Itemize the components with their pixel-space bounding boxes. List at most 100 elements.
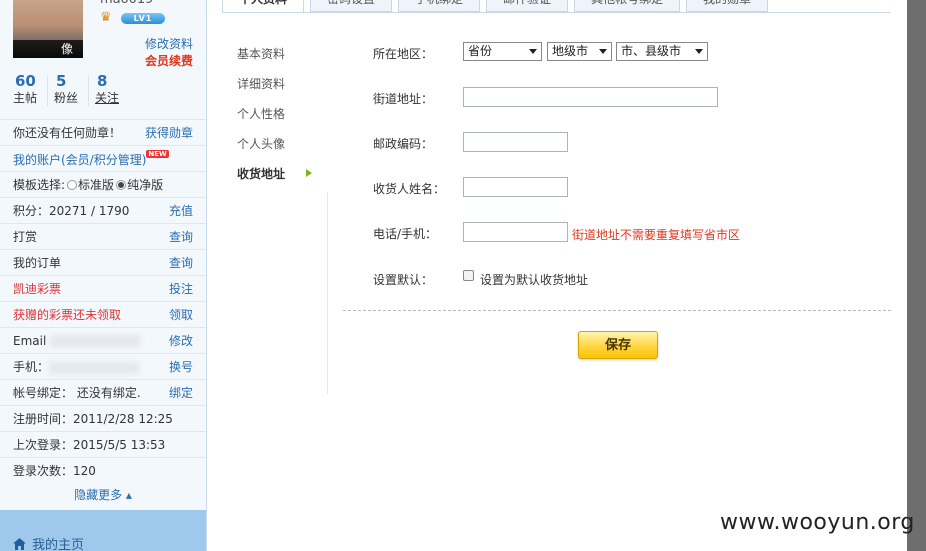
new-badge: NEW [146, 149, 169, 158]
default-label: 设置默认： [373, 273, 434, 287]
tab-my-medals[interactable]: 我的勋章 [686, 0, 769, 12]
account-info-list: 你还没有任何勋章！ 获得勋章 我的账户(会员/积分管理) NEW 模板选择: 标准版… [0, 119, 206, 483]
province-select[interactable]: 省份 [463, 42, 542, 61]
my-account-row: 我的账户(会员/积分管理) NEW [0, 145, 206, 171]
stat-follow[interactable]: 8 关注 [95, 72, 129, 106]
subnav-divider [327, 192, 328, 394]
email-row: Email 修改 [0, 327, 206, 353]
stat-fans[interactable]: 5 粉丝 [54, 72, 88, 106]
stat-posts-label: 主帖 [13, 91, 38, 105]
profile-subnav: 基本资料 详细资料 个人性格 个人头像 收货地址 [237, 46, 285, 196]
stat-posts-count: 60 [15, 72, 36, 90]
window-edge [907, 0, 926, 551]
recipient-name-label: 收货人姓名： [373, 182, 446, 196]
recipient-name-input[interactable] [463, 177, 568, 197]
tab-email-verify[interactable]: 邮件验证 [486, 0, 569, 12]
medal-row: 你还没有任何勋章！ 获得勋章 [0, 119, 206, 145]
tab-divider [222, 12, 890, 13]
province-select-value: 省份 [468, 44, 493, 58]
crown-icon: ♛ [100, 10, 112, 25]
tab-profile[interactable]: 个人资料 [222, 0, 305, 12]
recharge-link[interactable]: 充值 [169, 202, 193, 219]
divider [47, 76, 48, 106]
divider [88, 76, 89, 106]
my-homepage-link[interactable]: 我的主页 [13, 534, 84, 551]
phone-change-link[interactable]: 换号 [169, 358, 193, 375]
lottery-bet-link[interactable]: 投注 [169, 280, 193, 297]
stat-follow-label[interactable]: 关注 [95, 90, 129, 106]
zip-label: 邮政编码： [373, 137, 434, 151]
stat-follow-count: 8 [97, 72, 108, 90]
phone-label: 手机： [13, 360, 50, 374]
active-arrow-icon [306, 169, 312, 177]
member-renew-link[interactable]: 会员续费 [145, 52, 193, 69]
phone-input[interactable] [463, 222, 568, 242]
account-binding-text: 帐号绑定： 还没有绑定. [13, 386, 141, 400]
lottery-link[interactable]: 凯迪彩票 [13, 280, 61, 297]
street-address-input[interactable] [463, 87, 718, 107]
stat-fans-label: 粉丝 [54, 91, 79, 105]
tip-query-link[interactable]: 查询 [169, 228, 193, 245]
tab-phone-binding[interactable]: 手机绑定 [398, 0, 481, 12]
radio-clean[interactable] [116, 180, 127, 190]
medal-text: 你还没有任何勋章！ [13, 126, 122, 140]
radio-standard-label[interactable]: 标准版 [78, 178, 114, 192]
avatar-change-label[interactable]: 像 [13, 40, 83, 58]
form-divider [343, 310, 891, 311]
settings-tabs: 个人资料 密码设置 手机绑定 邮件验证 其他帐号绑定 我的勋章 [222, 0, 774, 12]
username: mao019 [100, 0, 153, 7]
radio-standard[interactable] [67, 180, 78, 190]
subnav-avatar[interactable]: 个人头像 [237, 136, 285, 166]
phone-value-redacted [49, 361, 140, 374]
city-select[interactable]: 地级市 [547, 42, 612, 61]
street-label: 街道地址： [373, 92, 434, 106]
register-time-text: 注册时间：2011/2/28 12:25 [13, 412, 173, 426]
orders-row: 我的订单 查询 [0, 249, 206, 275]
stat-posts[interactable]: 60 主帖 [13, 72, 47, 106]
tab-password[interactable]: 密码设置 [310, 0, 393, 12]
bind-link[interactable]: 绑定 [169, 384, 193, 401]
subnav-basic-info[interactable]: 基本资料 [237, 46, 285, 76]
chevron-down-icon [599, 49, 607, 54]
zip-code-input[interactable] [463, 132, 568, 152]
county-select-value: 市、县级市 [621, 44, 682, 58]
account-binding-row: 帐号绑定： 还没有绑定. 绑定 [0, 379, 206, 405]
tip-row: 打赏 查询 [0, 223, 206, 249]
stat-fans-count: 5 [56, 72, 67, 90]
hide-more-toggle[interactable]: 隐藏更多 ▴ [0, 486, 206, 503]
address-hint: 街道地址不需要重复填写省市区 [572, 228, 741, 242]
subnav-detail-info[interactable]: 详细资料 [237, 76, 285, 106]
edit-profile-link[interactable]: 修改资料 [145, 35, 193, 52]
watermark: www.wooyun.org [720, 510, 915, 535]
default-address-checkbox-label[interactable]: 设置为默认收货地址 [480, 271, 588, 288]
region-label: 所在地区： [373, 47, 434, 61]
get-medal-link[interactable]: 获得勋章 [145, 124, 193, 141]
email-modify-link[interactable]: 修改 [169, 332, 193, 349]
gift-lottery-text[interactable]: 获赠的彩票还未领取 [13, 306, 121, 323]
gift-lottery-row: 获赠的彩票还未领取 领取 [0, 301, 206, 327]
phone-label: 电话/手机： [373, 227, 438, 241]
default-address-checkbox[interactable] [463, 270, 474, 281]
radio-clean-label[interactable]: 纯净版 [127, 178, 163, 192]
orders-query-link[interactable]: 查询 [169, 254, 193, 271]
points-text: 积分：20271 / 1790 [13, 204, 130, 218]
register-time-row: 注册时间：2011/2/28 12:25 [0, 405, 206, 431]
chevron-down-icon [695, 49, 703, 54]
points-row: 积分：20271 / 1790 充值 [0, 197, 206, 223]
sidebar: 像 mao019 ♛ LV1 修改资料 会员续费 60 主帖 5 粉丝 8 关注… [0, 0, 207, 551]
last-login-row: 上次登录：2015/5/5 13:53 [0, 431, 206, 457]
user-stats: 60 主帖 5 粉丝 8 关注 [13, 72, 129, 106]
login-count-row: 登录次数：120 [0, 457, 206, 483]
subnav-shipping-address[interactable]: 收货地址 [237, 166, 285, 196]
my-homepage-label: 我的主页 [32, 538, 85, 551]
tab-other-accounts[interactable]: 其他帐号绑定 [574, 0, 681, 12]
chevron-down-icon [529, 49, 537, 54]
claim-link[interactable]: 领取 [169, 306, 193, 323]
county-select[interactable]: 市、县级市 [616, 42, 708, 61]
template-select-row: 模板选择: 标准版 纯净版 [0, 171, 206, 197]
lottery-row: 凯迪彩票 投注 [0, 275, 206, 301]
save-button[interactable]: 保存 [578, 331, 658, 359]
my-account-link[interactable]: 我的账户(会员/积分管理) [13, 153, 146, 167]
phone-row: 手机： 换号 [0, 353, 206, 379]
subnav-personality[interactable]: 个人性格 [237, 106, 285, 136]
